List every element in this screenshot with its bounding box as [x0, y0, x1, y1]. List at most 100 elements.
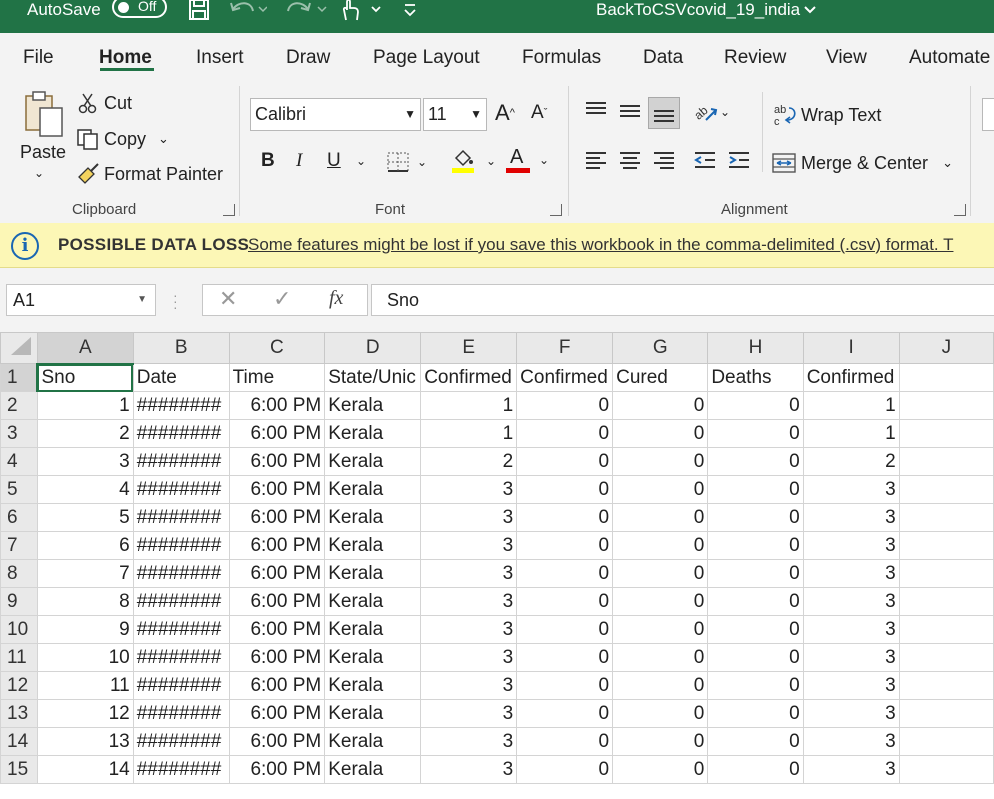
table-cell[interactable]: Kerala	[324, 503, 422, 532]
column-header-g[interactable]: G	[612, 332, 709, 364]
table-cell[interactable]: Kerala	[324, 559, 422, 588]
table-cell[interactable]: 0	[707, 391, 804, 420]
table-cell[interactable]	[898, 727, 994, 756]
table-cell[interactable]: 0	[707, 587, 804, 616]
table-cell[interactable]: 9	[36, 615, 134, 644]
column-header-b[interactable]: B	[132, 332, 230, 364]
table-cell[interactable]: ########	[132, 503, 230, 532]
table-cell[interactable]: 0	[516, 559, 614, 588]
table-cell[interactable]: ########	[132, 559, 230, 588]
insert-function-button[interactable]: fx	[329, 287, 343, 310]
table-cell[interactable]: 3	[802, 755, 900, 784]
table-cell[interactable]	[898, 419, 994, 448]
table-cell[interactable]: 3	[802, 475, 900, 504]
table-cell[interactable]: ########	[132, 699, 230, 728]
table-cell[interactable]	[898, 559, 994, 588]
table-cell[interactable]: 0	[612, 475, 709, 504]
table-cell[interactable]: Kerala	[324, 671, 422, 700]
column-header-j[interactable]: J	[898, 332, 994, 364]
align-middle-button[interactable]	[618, 100, 642, 120]
table-cell[interactable]: 12	[36, 699, 134, 728]
table-cell[interactable]	[898, 531, 994, 560]
fill-color-button[interactable]: ⌄	[450, 148, 496, 174]
decrease-indent-button[interactable]	[693, 150, 717, 170]
table-cell[interactable]	[898, 587, 994, 616]
table-cell[interactable]: 6:00 PM	[228, 559, 326, 588]
format-painter-button[interactable]: Format Painter	[76, 163, 223, 185]
table-cell[interactable]: 0	[612, 615, 709, 644]
tab-page-layout[interactable]: Page Layout	[373, 46, 480, 70]
row-header[interactable]: 1	[0, 363, 39, 392]
row-header[interactable]: 6	[0, 503, 38, 532]
table-cell[interactable]: 3	[420, 475, 518, 504]
paste-dropdown-icon[interactable]: ⌄	[34, 166, 44, 180]
table-cell[interactable]: Kerala	[324, 615, 422, 644]
table-cell[interactable]: Kerala	[324, 475, 422, 504]
table-cell[interactable]: 3	[36, 447, 134, 476]
increase-indent-button[interactable]	[727, 150, 751, 170]
table-cell[interactable]	[898, 475, 994, 504]
table-cell[interactable]: 0	[612, 503, 709, 532]
table-cell[interactable]: 0	[707, 643, 804, 672]
shrink-font-button[interactable]: Aˇ	[531, 102, 547, 124]
row-header[interactable]: 9	[0, 587, 38, 616]
table-cell[interactable]: 2	[420, 447, 518, 476]
table-cell[interactable]: 1	[420, 391, 518, 420]
table-cell[interactable]: 0	[707, 503, 804, 532]
column-header-d[interactable]: D	[324, 332, 422, 364]
row-header[interactable]: 7	[0, 531, 38, 560]
table-cell[interactable]: 0	[516, 671, 614, 700]
table-cell[interactable]: 1	[802, 419, 900, 448]
tab-formulas[interactable]: Formulas	[522, 46, 601, 70]
table-cell[interactable]: 5	[36, 503, 134, 532]
table-cell[interactable]: ########	[132, 447, 230, 476]
table-cell[interactable]: 3	[420, 671, 518, 700]
table-cell[interactable]: 3	[420, 755, 518, 784]
table-cell[interactable]: 6:00 PM	[228, 503, 326, 532]
font-size-select[interactable]: 11 ▼	[423, 98, 487, 131]
cell-header[interactable]: Confirmed	[516, 363, 614, 392]
clipboard-launcher-icon[interactable]	[223, 204, 235, 216]
table-cell[interactable]: 3	[802, 531, 900, 560]
bold-button[interactable]: B	[261, 150, 275, 172]
underline-button[interactable]: U	[327, 150, 341, 172]
formula-input[interactable]: Sno	[371, 284, 994, 316]
table-cell[interactable]: 6:00 PM	[228, 419, 326, 448]
table-cell[interactable]: ########	[132, 531, 230, 560]
cell-header[interactable]: Deaths	[707, 363, 804, 392]
font-launcher-icon[interactable]	[550, 204, 562, 216]
table-cell[interactable]: 6:00 PM	[228, 447, 326, 476]
table-cell[interactable]: 0	[707, 447, 804, 476]
autosave-toggle[interactable]: Off	[112, 0, 167, 18]
row-header[interactable]: 15	[0, 755, 38, 784]
table-cell[interactable]: 3	[802, 503, 900, 532]
table-cell[interactable]: 0	[707, 419, 804, 448]
table-cell[interactable]: Kerala	[324, 643, 422, 672]
table-cell[interactable]	[898, 755, 994, 784]
column-header-i[interactable]: I	[802, 332, 900, 364]
table-cell[interactable]: 10	[36, 643, 134, 672]
table-cell[interactable]: 3	[802, 699, 900, 728]
table-cell[interactable]: 3	[802, 615, 900, 644]
select-all-corner[interactable]	[0, 332, 38, 364]
touch-mode-icon[interactable]	[338, 0, 386, 22]
table-cell[interactable]: 6:00 PM	[228, 727, 326, 756]
paste-icon[interactable]	[22, 90, 66, 138]
align-left-button[interactable]	[584, 150, 608, 170]
table-cell[interactable]: 6:00 PM	[228, 391, 326, 420]
tab-file[interactable]: File	[23, 46, 54, 70]
tab-draw[interactable]: Draw	[286, 46, 330, 70]
table-cell[interactable]: 6:00 PM	[228, 643, 326, 672]
table-cell[interactable]: 0	[516, 531, 614, 560]
table-cell[interactable]: Kerala	[324, 699, 422, 728]
tab-automate[interactable]: Automate	[909, 46, 990, 70]
table-cell[interactable]: 3	[420, 615, 518, 644]
table-cell[interactable]: 0	[612, 671, 709, 700]
table-cell[interactable]: 6:00 PM	[228, 699, 326, 728]
table-cell[interactable]	[898, 671, 994, 700]
table-cell[interactable]: 3	[802, 559, 900, 588]
table-cell[interactable]: 2	[36, 419, 134, 448]
table-cell[interactable]	[898, 503, 994, 532]
font-color-button[interactable]: A ⌄	[505, 146, 549, 174]
cell-header[interactable]: Confirmed	[420, 363, 518, 392]
